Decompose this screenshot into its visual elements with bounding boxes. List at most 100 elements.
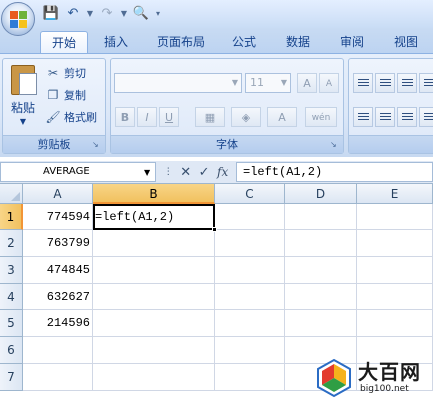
align-left-button[interactable]	[353, 107, 373, 127]
phonetic-button[interactable]: wén	[305, 107, 337, 127]
tab-home[interactable]: 开始	[40, 31, 88, 54]
tab-page-layout[interactable]: 页面布局	[146, 31, 216, 54]
decrease-indent-button[interactable]	[419, 107, 433, 127]
underline-button[interactable]: U	[159, 107, 179, 127]
copy-button[interactable]: ❐ 复制	[45, 85, 86, 105]
alignment-group-label	[349, 135, 433, 153]
cell-b7[interactable]	[93, 364, 215, 391]
font-dialog-launcher-icon[interactable]: ↘	[330, 140, 340, 150]
cell-b2[interactable]	[93, 230, 215, 257]
select-all-button[interactable]	[0, 184, 23, 204]
align-center-button[interactable]	[375, 107, 395, 127]
shrink-font-button[interactable]: A	[319, 73, 339, 93]
cut-button[interactable]: ✂ 剪切	[45, 63, 86, 83]
font-size-combo[interactable]: 11 ▼	[245, 73, 291, 93]
formula-input[interactable]: =left(A1,2)	[236, 162, 433, 182]
row-header-5[interactable]: 5	[0, 310, 23, 337]
cell-a4[interactable]: 632627	[23, 284, 93, 310]
align-bottom-button[interactable]	[397, 73, 417, 93]
cell-e2[interactable]	[357, 230, 433, 257]
grow-font-button[interactable]: A	[297, 73, 317, 93]
align-top-button[interactable]	[353, 73, 373, 93]
cell-b4[interactable]	[93, 284, 215, 310]
tab-formulas[interactable]: 公式	[222, 31, 266, 54]
row-header-6[interactable]: 6	[0, 337, 23, 364]
office-button[interactable]	[1, 2, 35, 36]
paste-button[interactable]: 粘贴 ▼	[6, 63, 40, 133]
cell-b6[interactable]	[93, 337, 215, 364]
fill-color-button[interactable]: ◈	[231, 107, 261, 127]
name-box[interactable]: AVERAGE	[0, 162, 156, 182]
cell-d1[interactable]	[285, 204, 357, 230]
column-header-e[interactable]: E	[357, 184, 433, 204]
ribbon-tabs: 开始 插入 页面布局 公式 数据 审阅 视图	[0, 28, 433, 54]
tab-view[interactable]: 视图	[384, 31, 428, 54]
format-painter-button[interactable]: 🖌 格式刷	[45, 107, 97, 127]
align-middle-button[interactable]	[375, 73, 395, 93]
cancel-icon[interactable]: ✕	[180, 165, 191, 180]
cell-d5[interactable]	[285, 310, 357, 337]
tab-data[interactable]: 数据	[276, 31, 320, 54]
fill-handle[interactable]	[212, 227, 217, 232]
formula-bar: AVERAGE ▼ ⋮ ✕ ✓ fx =left(A1,2)	[0, 161, 433, 184]
formula-buttons: ⋮ ✕ ✓ fx	[160, 162, 232, 182]
font-color-button[interactable]: A	[267, 107, 297, 127]
row-header-3[interactable]: 3	[0, 257, 23, 284]
cell-c1[interactable]	[215, 204, 285, 230]
cell-c6[interactable]	[215, 337, 285, 364]
undo-dropdown-icon[interactable]: ▼	[86, 9, 94, 18]
cell-a2[interactable]: 763799	[23, 230, 93, 257]
font-color-icon: A	[278, 111, 286, 124]
customize-qat-icon[interactable]: ▾	[154, 9, 162, 18]
italic-button[interactable]: I	[137, 107, 157, 127]
name-box-dropdown-icon[interactable]: ▼	[144, 168, 150, 177]
cell-a1[interactable]: 774594	[23, 204, 93, 230]
splitter-icon[interactable]: ⋮	[164, 167, 173, 177]
cell-a5[interactable]: 214596	[23, 310, 93, 337]
clipboard-dialog-launcher-icon[interactable]: ↘	[92, 140, 102, 150]
orientation-button[interactable]	[419, 73, 433, 93]
clipboard-group-label: 剪贴板	[3, 135, 105, 153]
cell-e4[interactable]	[357, 284, 433, 310]
font-name-combo[interactable]: ▼	[114, 73, 242, 93]
row-header-2[interactable]: 2	[0, 230, 23, 257]
copy-icon: ❐	[47, 88, 59, 102]
column-header-a[interactable]: A	[23, 184, 93, 204]
cell-a7[interactable]	[23, 364, 93, 391]
borders-button[interactable]: ▦	[195, 107, 225, 127]
insert-function-icon[interactable]: fx	[217, 165, 228, 179]
column-header-d[interactable]: D	[285, 184, 357, 204]
column-header-c[interactable]: C	[215, 184, 285, 204]
cell-e3[interactable]	[357, 257, 433, 284]
redo-dropdown-icon[interactable]: ▼	[120, 9, 128, 18]
enter-icon[interactable]: ✓	[199, 165, 210, 180]
paste-dropdown-icon[interactable]: ▼	[6, 117, 40, 126]
bold-button[interactable]: B	[115, 107, 135, 127]
column-header-b[interactable]: B	[93, 184, 215, 204]
cell-b5[interactable]	[93, 310, 215, 337]
cell-d4[interactable]	[285, 284, 357, 310]
print-preview-icon[interactable]: 🔍	[132, 4, 150, 22]
tab-insert[interactable]: 插入	[94, 31, 138, 54]
cell-a3[interactable]: 474845	[23, 257, 93, 284]
row-header-1[interactable]: 1	[0, 204, 23, 230]
cell-c5[interactable]	[215, 310, 285, 337]
save-icon[interactable]: 💾	[42, 4, 60, 22]
cell-c7[interactable]	[215, 364, 285, 391]
redo-icon[interactable]: ↷	[98, 4, 116, 22]
cell-e5[interactable]	[357, 310, 433, 337]
cell-b3[interactable]	[93, 257, 215, 284]
cell-d2[interactable]	[285, 230, 357, 257]
row-header-4[interactable]: 4	[0, 284, 23, 310]
office-logo-icon	[10, 11, 28, 29]
cell-c2[interactable]	[215, 230, 285, 257]
cell-c4[interactable]	[215, 284, 285, 310]
align-right-button[interactable]	[397, 107, 417, 127]
undo-icon[interactable]: ↶	[64, 4, 82, 22]
row-header-7[interactable]: 7	[0, 364, 23, 391]
cell-d3[interactable]	[285, 257, 357, 284]
cell-e1[interactable]	[357, 204, 433, 230]
tab-review[interactable]: 审阅	[330, 31, 374, 54]
cell-a6[interactable]	[23, 337, 93, 364]
cell-c3[interactable]	[215, 257, 285, 284]
